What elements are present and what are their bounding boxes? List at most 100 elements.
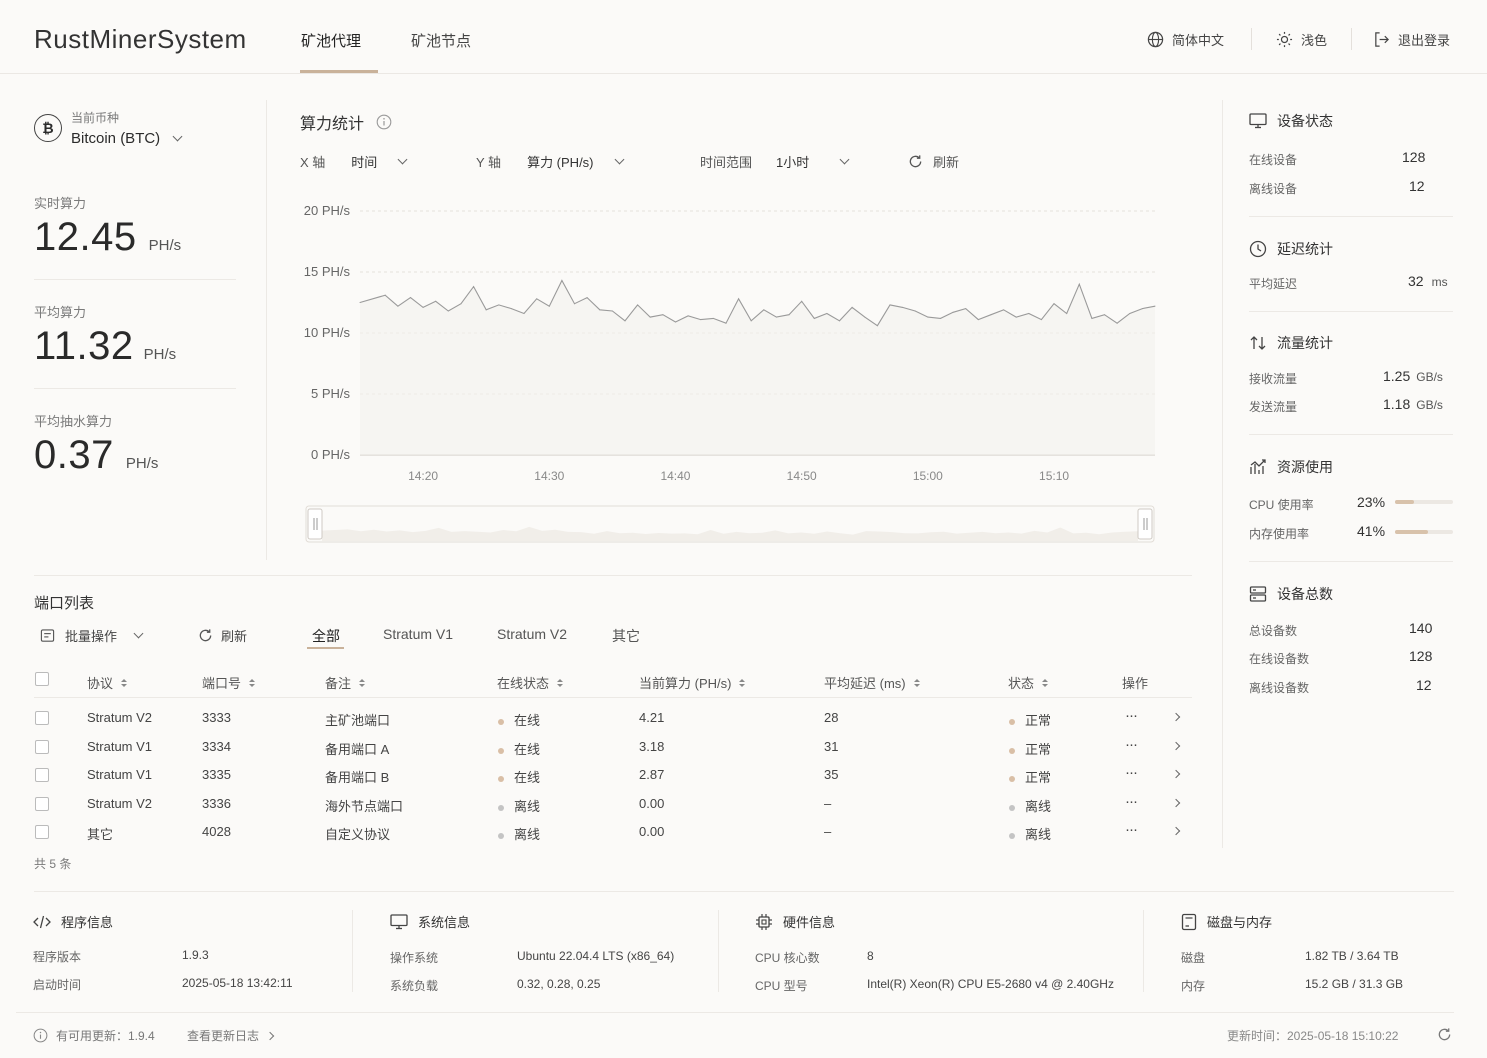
cell-note: 备用端口 A — [325, 742, 390, 757]
hashrate-chart[interactable]: 20 PH/s 15 PH/s 10 PH/s 5 PH/s 0 PH/s 14:20 14… — [290, 195, 1170, 555]
active-tab-indicator — [300, 70, 378, 73]
chevron-down-icon — [397, 154, 408, 165]
divider — [718, 910, 719, 992]
mem-usage-label: 内存使用率 — [1249, 527, 1310, 541]
data-point — [498, 304, 500, 306]
filter-tab-stratum-v2[interactable]: Stratum V2 — [497, 626, 567, 642]
data-point — [523, 312, 525, 314]
trend-chart-icon — [1250, 459, 1266, 474]
zoom-handle-right — [1137, 508, 1153, 540]
row-checkbox[interactable] — [35, 711, 49, 725]
col-note[interactable]: 备注 — [325, 673, 366, 692]
col-hashrate[interactable]: 当前算力 (PH/s) — [639, 673, 746, 692]
data-point — [902, 306, 904, 308]
coin-value: Bitcoin (BTC) — [71, 130, 161, 147]
cell-note: 海外节点端口 — [325, 799, 404, 814]
program-version-value: 1.9.3 — [182, 948, 209, 962]
cell-protocol: Stratum V2 — [87, 796, 153, 811]
cell-hashrate: 0.00 — [639, 796, 665, 811]
tab-pool-nodes[interactable]: 矿池节点 — [411, 30, 471, 51]
filter-tab-all[interactable]: 全部 — [312, 626, 340, 646]
data-point — [1015, 316, 1017, 318]
chevron-right-icon[interactable] — [1171, 741, 1181, 751]
status-dot — [498, 832, 504, 839]
filter-tab-stratum-v1[interactable]: Stratum V1 — [383, 626, 453, 642]
select-all-checkbox[interactable] — [35, 672, 49, 686]
time-range-control[interactable]: 时间范围 1小时 — [700, 152, 850, 171]
refresh-icon[interactable] — [1437, 1027, 1452, 1042]
coin-select[interactable]: Bitcoin (BTC) — [71, 130, 183, 147]
data-point — [548, 305, 550, 307]
chevron-right-icon[interactable] — [1171, 798, 1181, 808]
x-axis-value: 时间 — [351, 155, 378, 170]
chart-refresh-button[interactable]: 刷新 — [908, 152, 959, 171]
logout-icon — [1375, 32, 1389, 47]
logout-button[interactable]: 退出登录 — [1373, 30, 1450, 49]
chevron-right-icon[interactable] — [1171, 712, 1181, 722]
system-info-title: 系统信息 — [390, 912, 470, 931]
cell-online-status: 在线 — [498, 767, 540, 786]
info-icon[interactable] — [376, 114, 392, 130]
row-checkbox[interactable] — [35, 740, 49, 754]
more-actions-button[interactable]: ··· — [1125, 736, 1138, 753]
data-point — [990, 314, 992, 316]
col-online-status[interactable]: 在线状态 — [497, 673, 564, 692]
y-tick-label: 0 PH/s — [311, 447, 351, 462]
col-latency[interactable]: 平均延迟 (ms) — [824, 673, 920, 692]
filter-tab-other[interactable]: 其它 — [612, 626, 640, 646]
divider — [16, 1012, 1454, 1013]
disk-info-title-text: 磁盘与内存 — [1207, 915, 1273, 930]
bitcoin-icon: ₿ — [34, 114, 62, 142]
data-point — [763, 309, 765, 311]
changelog-link[interactable]: 查看更新日志 — [187, 1027, 275, 1044]
batch-action-button[interactable]: 批量操作 — [40, 626, 144, 645]
device-total-title: 设备总数 — [1249, 584, 1333, 604]
more-actions-button[interactable]: ··· — [1125, 821, 1138, 838]
online-status-text: 在线 — [514, 742, 541, 757]
changelog-label: 查看更新日志 — [187, 1029, 260, 1043]
data-point — [485, 309, 487, 311]
col-status[interactable]: 状态 — [1008, 673, 1049, 692]
theme-button[interactable]: 浅色 — [1276, 30, 1327, 49]
divider — [352, 910, 353, 992]
data-point — [876, 325, 878, 327]
chevron-right-icon[interactable] — [1171, 769, 1181, 779]
y-axis-control[interactable]: Y 轴 算力 (PH/s) — [476, 152, 624, 171]
cell-note: 主矿池端口 — [325, 713, 391, 728]
data-point — [662, 314, 664, 316]
port-refresh-button[interactable]: 刷新 — [198, 626, 247, 645]
more-actions-button[interactable]: ··· — [1125, 793, 1138, 810]
row-checkbox[interactable] — [35, 825, 49, 839]
system-info-title-text: 系统信息 — [418, 915, 471, 930]
x-axis-control[interactable]: X 轴 时间 — [300, 152, 408, 171]
device-total-title-text: 设备总数 — [1277, 586, 1333, 602]
more-actions-button[interactable]: ··· — [1125, 707, 1138, 724]
data-point — [384, 294, 386, 296]
data-point — [725, 322, 727, 324]
col-protocol[interactable]: 协议 — [87, 673, 128, 692]
chevron-right-icon[interactable] — [1171, 826, 1181, 836]
row-checkbox[interactable] — [35, 797, 49, 811]
more-actions-button[interactable]: ··· — [1125, 764, 1138, 781]
data-point — [460, 303, 462, 305]
data-point — [939, 317, 941, 319]
cell-status: 正常 — [1009, 739, 1051, 758]
col-port[interactable]: 端口号 — [202, 673, 256, 692]
language-button[interactable]: 简体中文 — [1147, 30, 1224, 49]
row-checkbox[interactable] — [35, 768, 49, 782]
y-tick-label: 15 PH/s — [304, 264, 351, 279]
cpu-chip-icon — [756, 913, 772, 930]
col-protocol-label: 协议 — [87, 676, 114, 691]
cell-latency: 35 — [824, 767, 839, 782]
fee-hash-label: 平均抽水算力 — [34, 414, 113, 429]
monitor-icon — [390, 913, 408, 929]
y-tick-label: 20 PH/s — [304, 203, 351, 218]
program-version-label: 程序版本 — [33, 950, 82, 964]
os-value: Ubuntu 22.04.4 LTS (x86_64) — [517, 949, 675, 963]
cell-status: 离线 — [1009, 824, 1051, 843]
clock-icon — [1249, 240, 1267, 258]
cpu-model-label: CPU 型号 — [755, 979, 808, 993]
disk-info-title: 磁盘与内存 — [1181, 912, 1272, 931]
tab-pool-proxy[interactable]: 矿池代理 — [301, 30, 361, 51]
sort-icon — [739, 678, 746, 687]
